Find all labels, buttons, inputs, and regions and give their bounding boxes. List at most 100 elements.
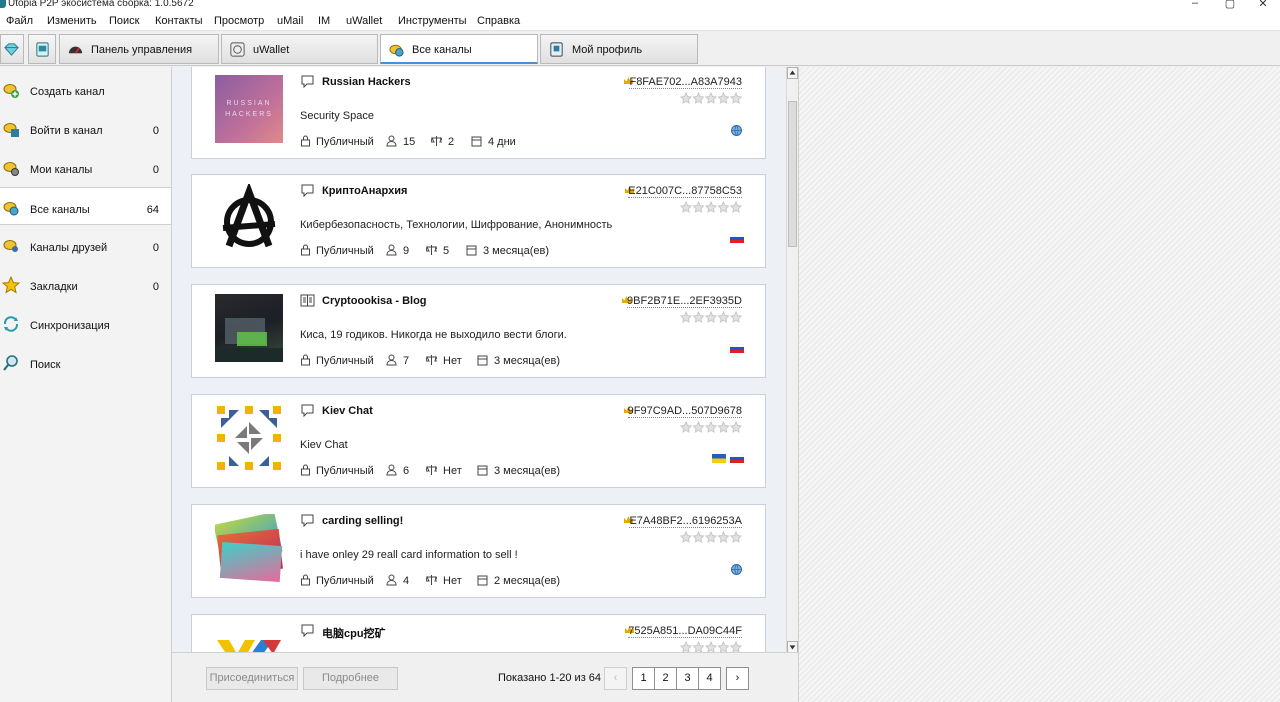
sidebar-label: Поиск	[30, 359, 61, 371]
channel-card[interactable]: 电脑cpu挖矿 7525A851...DA09C44F	[191, 614, 766, 652]
wallet-icon	[230, 42, 245, 57]
rating-stars-icon[interactable]	[680, 92, 742, 104]
channel-card[interactable]: Kiev Chat 9F97C9AD...507D9678 Kiev Chat …	[191, 394, 766, 488]
rating-stars-icon[interactable]	[680, 531, 742, 543]
channel-name[interactable]: КриптоАнархия	[322, 185, 407, 197]
menu-tools[interactable]: Инструменты	[398, 15, 467, 27]
join-button[interactable]: Присоединиться	[206, 667, 298, 690]
tab-label: uWallet	[253, 44, 290, 56]
scrollbar-thumb[interactable]	[788, 101, 797, 247]
page-button-4[interactable]: 4	[698, 667, 721, 690]
menu-help[interactable]: Справка	[477, 15, 520, 27]
crystal-icon	[4, 43, 19, 56]
profile-icon	[550, 42, 563, 57]
russia-flag-icon	[730, 454, 744, 463]
chat-icon	[301, 184, 314, 197]
next-page-button[interactable]: ›	[726, 667, 749, 690]
scales-icon	[426, 245, 437, 255]
rating-stars-icon[interactable]	[680, 421, 742, 433]
sidebar-item-search[interactable]: Поиск	[0, 343, 171, 381]
menu-search[interactable]: Поиск	[109, 15, 139, 27]
owner-id[interactable]: E7A48BF2...6196253A	[629, 515, 742, 528]
close-button[interactable]: ✕	[1256, 0, 1270, 10]
tab-label: Все каналы	[412, 44, 472, 56]
owner-id[interactable]: 9BF2B71E...2EF3935D	[627, 295, 742, 308]
channel-card[interactable]: carding selling! E7A48BF2...6196253A i h…	[191, 504, 766, 598]
friends-channels-icon	[3, 240, 18, 252]
channel-name[interactable]: Cryptoookisa - Blog	[322, 295, 427, 307]
details-button[interactable]: Подробнее	[303, 667, 398, 690]
search-icon	[3, 355, 18, 371]
sidebar-item-friends-channels[interactable]: Каналы друзей 0	[0, 226, 171, 264]
channel-age: 3 месяца(ев)	[494, 465, 561, 477]
menu-view[interactable]: Просмотр	[214, 15, 264, 27]
sidebar-item-enter-channel[interactable]: Войти в канал 0	[0, 109, 171, 147]
vertical-scrollbar[interactable]	[786, 67, 798, 653]
channel-name[interactable]: 电脑cpu挖矿	[322, 625, 386, 641]
channel-card[interactable]: КриптоАнархия E21C007C...87758C53 Киберб…	[191, 174, 766, 268]
sidebar: Создать канал Войти в канал 0 Мои каналы…	[0, 67, 172, 702]
chat-icon	[301, 75, 314, 88]
chat-icon	[301, 514, 314, 527]
sidebar-item-sync[interactable]: Синхронизация	[0, 304, 171, 342]
owner-id[interactable]: 7525A851...DA09C44F	[628, 625, 742, 638]
channel-name[interactable]: Russian Hackers	[322, 76, 411, 88]
menu-edit[interactable]: Изменить	[47, 15, 97, 27]
channel-description: i have onley 29 reall card information t…	[300, 549, 518, 561]
menu-contacts[interactable]: Контакты	[155, 15, 203, 27]
sidebar-item-bookmarks[interactable]: Закладки 0	[0, 265, 171, 303]
page-button-1[interactable]: 1	[632, 667, 655, 690]
maximize-button[interactable]: ▢	[1223, 0, 1237, 10]
calendar-icon	[477, 465, 488, 476]
blog-icon	[300, 294, 315, 307]
menu-im[interactable]: IM	[318, 15, 330, 27]
gauge-icon	[68, 46, 83, 54]
sidebar-item-create-channel[interactable]: Создать канал	[0, 70, 171, 108]
sidebar-label: Каналы друзей	[30, 242, 108, 254]
channel-access: Публичный	[316, 575, 374, 587]
notes-button[interactable]	[28, 34, 56, 64]
channel-users: 4	[403, 575, 410, 587]
channel-name[interactable]: Kiev Chat	[322, 405, 373, 417]
bottom-bar: Присоединиться Подробнее Показано 1-20 и…	[172, 652, 798, 702]
tab-dashboard[interactable]: Панель управления	[59, 34, 219, 64]
kiev-pattern-icon	[217, 406, 281, 470]
user-icon	[386, 244, 397, 256]
channel-card[interactable]: RUSSIAN HACKERS Russian Hackers F8FAE702…	[191, 67, 766, 159]
sidebar-item-my-channels[interactable]: Мои каналы 0	[0, 148, 171, 186]
tab-uwallet[interactable]: uWallet	[221, 34, 378, 64]
arrow-up-icon	[789, 70, 796, 75]
channel-moderators: 2	[448, 136, 455, 148]
channel-name[interactable]: carding selling!	[322, 515, 403, 527]
menu-umail[interactable]: uMail	[277, 15, 303, 27]
channel-thumbnail	[215, 184, 283, 252]
menu-uwallet[interactable]: uWallet	[346, 15, 382, 27]
tab-all-channels[interactable]: Все каналы	[380, 34, 538, 64]
scroll-up-button[interactable]	[787, 67, 798, 79]
rating-stars-icon[interactable]	[680, 201, 742, 213]
user-icon	[386, 135, 397, 147]
channel-card[interactable]: Cryptoookisa - Blog 9BF2B71E...2EF3935D …	[191, 284, 766, 378]
channel-age: 4 дни	[488, 136, 516, 148]
tab-my-profile[interactable]: Мой профиль	[540, 34, 698, 64]
rating-stars-icon[interactable]	[680, 311, 742, 323]
sidebar-label: Синхронизация	[30, 320, 110, 332]
owner-id[interactable]: F8FAE702...A83A7943	[629, 76, 742, 89]
owner-id[interactable]: E21C007C...87758C53	[628, 185, 742, 198]
user-icon	[386, 354, 397, 366]
channel-age: 3 месяца(ев)	[494, 355, 561, 367]
page-button-2[interactable]: 2	[654, 667, 677, 690]
page-button-3[interactable]: 3	[676, 667, 699, 690]
minimize-button[interactable]: –	[1188, 0, 1202, 9]
channel-moderators: Нет	[443, 355, 462, 367]
crystal-button[interactable]	[0, 34, 24, 64]
calendar-icon	[477, 575, 488, 586]
globe-icon	[731, 564, 742, 575]
sidebar-label: Все каналы	[30, 204, 90, 216]
owner-id[interactable]: 9F97C9AD...507D9678	[627, 405, 742, 418]
rating-stars-icon[interactable]	[680, 641, 742, 652]
prev-page-button[interactable]: ‹	[604, 667, 627, 690]
menu-file[interactable]: Файл	[6, 15, 33, 27]
user-icon	[386, 464, 397, 476]
sidebar-item-all-channels[interactable]: Все каналы 64	[0, 187, 171, 225]
